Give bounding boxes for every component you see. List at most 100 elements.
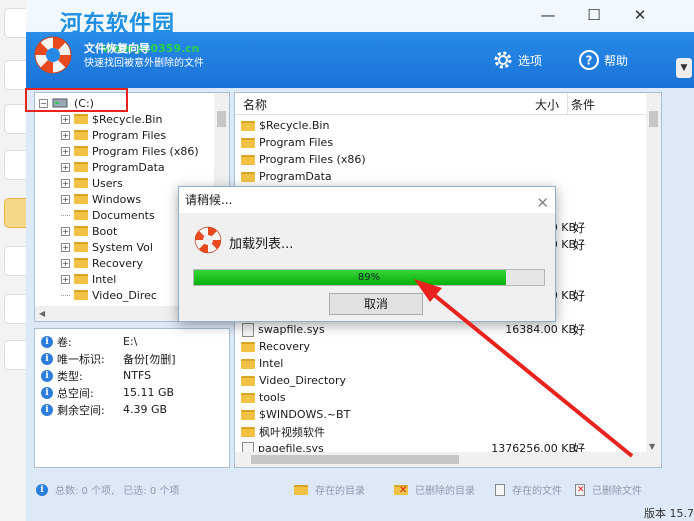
list-item[interactable]: Video_Directory xyxy=(235,372,648,389)
tree-item-label: Program Files xyxy=(92,128,167,142)
list-item-size: 16384.00 KB xyxy=(505,323,576,336)
expand-icon[interactable]: + xyxy=(61,242,70,252)
app-subtitle: 快速找回被意外删除的文件 xyxy=(84,58,204,69)
list-item-name-cell: Recovery xyxy=(241,340,310,353)
folder-icon xyxy=(74,146,88,156)
version-label: 版本 15.7 xyxy=(644,507,694,520)
info-icon: i xyxy=(36,483,48,496)
tree-item[interactable]: + Recovery xyxy=(61,255,143,271)
list-item[interactable]: Intel xyxy=(235,355,648,372)
info-label: 卷: xyxy=(57,335,72,349)
list-item-name: Intel xyxy=(259,357,284,370)
tree-item[interactable]: Video_Direc xyxy=(61,287,157,303)
info-icon: i xyxy=(41,369,53,382)
list-item-name-cell: $WINDOWS.~BT xyxy=(241,408,350,421)
expand-icon[interactable]: + xyxy=(61,178,70,188)
minimize-button[interactable]: — xyxy=(534,4,562,26)
close-button[interactable]: ✕ xyxy=(626,4,654,26)
help-button[interactable]: ? 帮助 xyxy=(578,48,628,72)
folder-icon xyxy=(74,258,88,268)
list-item[interactable]: swapfile.sys 16384.00 KB 好 xyxy=(235,321,648,338)
expand-icon[interactable]: + xyxy=(61,258,70,268)
dialog-title-bar: 请稍候... ✕ xyxy=(179,187,555,213)
list-item-name-cell: tools xyxy=(241,391,286,404)
scroll-down-button[interactable]: ▼ xyxy=(676,58,692,78)
info-row: i 类型: NTFS xyxy=(41,367,227,384)
cancel-button[interactable]: 取消 xyxy=(329,293,423,315)
tree-scroll-thumb[interactable] xyxy=(217,111,226,127)
list-item-name-cell: swapfile.sys xyxy=(241,322,325,337)
folder-icon xyxy=(241,358,255,369)
tree-item-label: Users xyxy=(92,176,123,190)
folder-icon xyxy=(74,226,88,236)
expand-icon[interactable]: + xyxy=(61,194,70,204)
list-item-name: Recovery xyxy=(259,340,311,353)
list-horizontal-scrollbar[interactable] xyxy=(235,452,661,467)
folder-icon xyxy=(74,210,88,220)
folder-icon xyxy=(241,137,255,148)
tree-item[interactable]: + Windows xyxy=(61,191,141,207)
tree-item[interactable]: Documents xyxy=(61,207,155,223)
gear-icon xyxy=(494,51,512,69)
list-item[interactable]: $WINDOWS.~BT xyxy=(235,406,648,423)
list-item[interactable]: tools xyxy=(235,389,648,406)
list-item[interactable]: Program Files (x86) xyxy=(235,151,648,168)
expand-icon[interactable]: + xyxy=(61,274,70,284)
legend-existing-dir-label: 存在的目录 xyxy=(315,486,365,497)
column-divider xyxy=(567,93,568,115)
tree-item[interactable]: + Program Files xyxy=(61,127,166,143)
list-item[interactable]: $Recycle.Bin xyxy=(235,117,648,134)
info-label: 唯一标识: xyxy=(57,352,105,366)
info-value: 15.11 GB xyxy=(123,386,175,399)
expand-icon[interactable]: + xyxy=(61,146,70,156)
list-item-name-cell: Video_Directory xyxy=(241,374,346,387)
list-scroll-thumb[interactable] xyxy=(649,111,658,127)
tree-item[interactable]: + ProgramData xyxy=(61,159,165,175)
expand-icon[interactable]: + xyxy=(61,130,70,140)
tree-item[interactable]: + Users xyxy=(61,175,123,191)
info-row: i 剩余空间: 4.39 GB xyxy=(41,401,227,418)
folder-icon xyxy=(241,171,255,182)
list-item-name: $WINDOWS.~BT xyxy=(259,408,351,421)
tree-item[interactable]: + $Recycle.Bin xyxy=(61,111,162,127)
list-item-condition: 好 xyxy=(573,221,586,235)
dialog-body: 加载列表... 89% 取消 xyxy=(179,213,555,321)
tree-item[interactable]: + Program Files (x86) xyxy=(61,143,199,159)
list-item[interactable]: ProgramData xyxy=(235,168,648,185)
info-label: 类型: xyxy=(57,369,83,383)
folder-icon xyxy=(241,426,255,437)
folder-icon xyxy=(74,290,88,300)
help-label: 帮助 xyxy=(604,53,629,68)
list-item[interactable]: Program Files xyxy=(235,134,648,151)
tree-item-label: ProgramData xyxy=(92,160,165,174)
expand-icon[interactable]: + xyxy=(61,226,70,236)
lifebuoy-logo-icon xyxy=(34,36,72,74)
column-header-size[interactable]: 大小 xyxy=(535,96,559,113)
file-icon xyxy=(242,322,254,337)
list-vertical-scrollbar[interactable]: ▼ xyxy=(646,93,661,453)
list-item[interactable]: Recovery xyxy=(235,338,648,355)
legend-deleted-file: ✕ 已删除文件 xyxy=(574,482,642,497)
folder-icon xyxy=(294,484,308,495)
expand-icon[interactable]: + xyxy=(61,162,70,172)
tree-item[interactable]: + Boot xyxy=(61,223,117,239)
tree-item[interactable]: + Intel xyxy=(61,271,116,287)
loading-dialog: 请稍候... ✕ 加载列表... 89% 取消 xyxy=(178,186,556,322)
info-row: i 卷: E:\ xyxy=(41,333,227,350)
info-label: 总空间: xyxy=(57,386,94,400)
background-tab xyxy=(4,150,26,180)
column-header-name[interactable]: 名称 xyxy=(243,96,267,113)
maximize-button[interactable]: ☐ xyxy=(580,4,608,26)
info-row: i 总空间: 15.11 GB xyxy=(41,384,227,401)
deleted-folder-icon: ✕ xyxy=(394,484,408,495)
column-header-condition[interactable]: 条件 xyxy=(571,96,595,113)
list-item[interactable]: 枫叶视频软件 xyxy=(235,423,648,440)
list-item-name: swapfile.sys xyxy=(258,323,325,336)
tree-item[interactable]: + System Vol xyxy=(61,239,153,255)
options-button[interactable]: 选项 xyxy=(492,48,542,72)
scroll-arrow-down-icon[interactable]: ▼ xyxy=(649,442,655,451)
tree-item-label: Video_Direc xyxy=(92,288,157,302)
expand-icon[interactable]: + xyxy=(61,114,70,124)
folder-icon xyxy=(241,392,255,403)
list-hscroll-thumb[interactable] xyxy=(251,455,459,464)
